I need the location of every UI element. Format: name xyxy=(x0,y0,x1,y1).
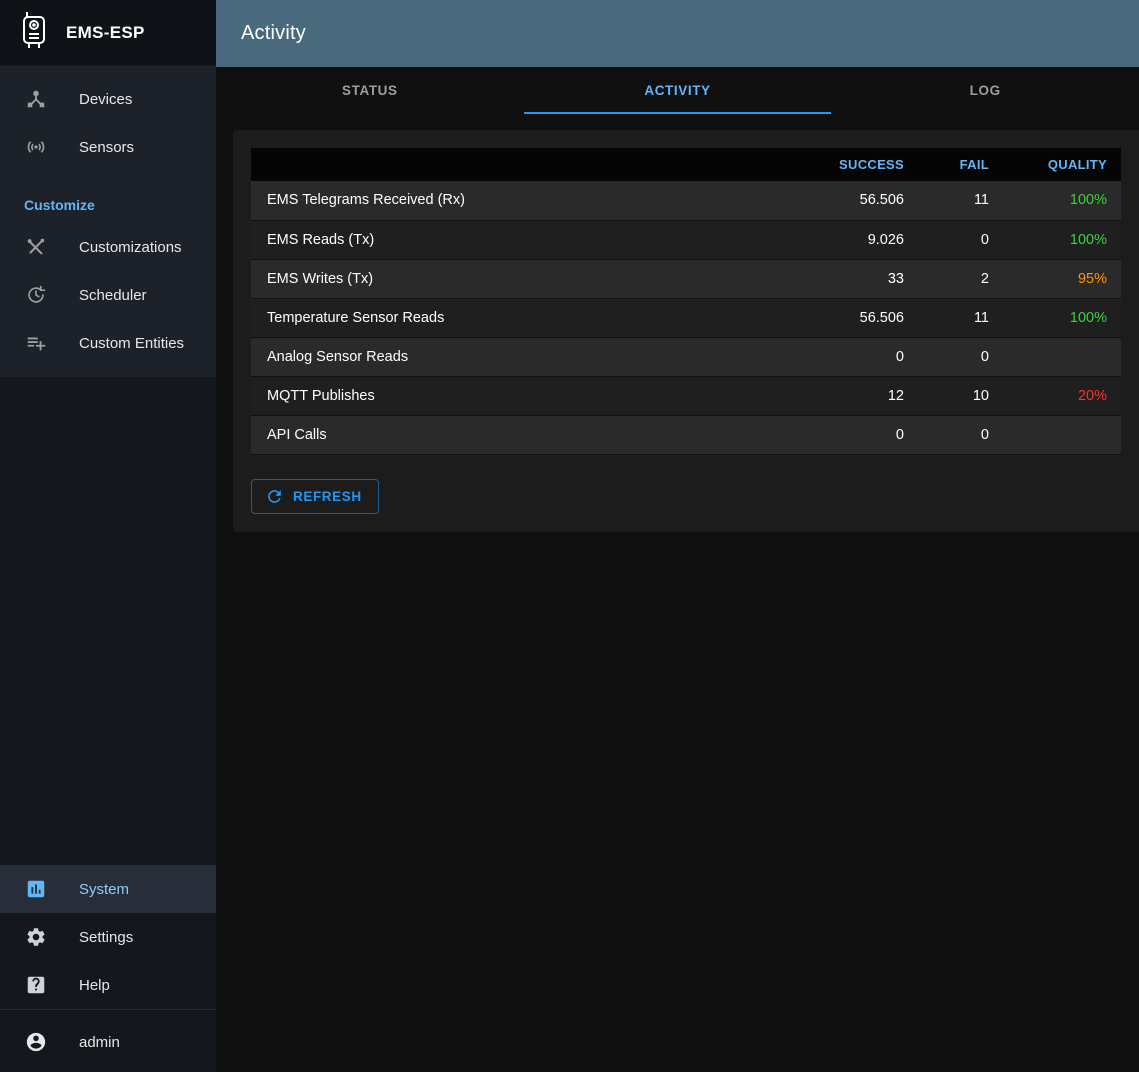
row-fail: 11 xyxy=(918,181,1003,220)
sidebar-item-label: Settings xyxy=(79,929,133,946)
table-row: Temperature Sensor Reads 56.506 11 100% xyxy=(251,298,1121,337)
row-quality: 100% xyxy=(1003,298,1121,337)
table-row: MQTT Publishes 12 10 20% xyxy=(251,376,1121,415)
row-name: MQTT Publishes xyxy=(251,376,798,415)
row-quality xyxy=(1003,415,1121,454)
sidebar-top-group: Devices Sensors Customize xyxy=(0,67,216,377)
table-row: EMS Reads (Tx) 9.026 0 100% xyxy=(251,220,1121,259)
tab-log[interactable]: LOG xyxy=(831,67,1139,114)
tools-icon xyxy=(24,235,48,259)
tab-activity[interactable]: ACTIVITY xyxy=(524,67,832,114)
sidebar-item-sensors[interactable]: Sensors xyxy=(0,123,216,171)
sidebar-item-label: Devices xyxy=(79,91,132,108)
table-row: API Calls 0 0 xyxy=(251,415,1121,454)
sidebar-item-user[interactable]: admin xyxy=(0,1018,216,1066)
activity-table-body: EMS Telegrams Received (Rx) 56.506 11 10… xyxy=(251,181,1121,454)
sidebar-item-devices[interactable]: Devices xyxy=(0,75,216,123)
row-quality: 95% xyxy=(1003,259,1121,298)
app-title: EMS-ESP xyxy=(66,23,145,43)
gear-icon xyxy=(24,925,48,949)
playlist-add-icon xyxy=(24,331,48,355)
sidebar-item-label: Scheduler xyxy=(79,287,147,304)
tab-status[interactable]: STATUS xyxy=(216,67,524,114)
row-name: EMS Writes (Tx) xyxy=(251,259,798,298)
app-root: EMS-ESP Devices Sensors Cust xyxy=(0,0,1139,1072)
sidebar-header: EMS-ESP xyxy=(0,0,216,67)
activity-table: SUCCESS FAIL QUALITY EMS Telegrams Recei… xyxy=(251,148,1121,455)
sidebar-item-label: System xyxy=(79,881,129,898)
row-name: API Calls xyxy=(251,415,798,454)
row-name: EMS Reads (Tx) xyxy=(251,220,798,259)
content: STATUS ACTIVITY LOG SUCCESS FAIL QUALITY xyxy=(216,67,1139,1072)
sidebar-spacer xyxy=(0,377,216,865)
sidebar-item-settings[interactable]: Settings xyxy=(0,913,216,961)
row-fail: 2 xyxy=(918,259,1003,298)
sidebar-bottom-group: System Settings Help xyxy=(0,865,216,1009)
row-quality: 100% xyxy=(1003,220,1121,259)
sidebar-item-label: Sensors xyxy=(79,139,134,156)
row-fail: 11 xyxy=(918,298,1003,337)
sidebar-item-label: Help xyxy=(79,977,110,994)
row-success: 56.506 xyxy=(798,181,918,220)
row-fail: 0 xyxy=(918,337,1003,376)
column-success-header: SUCCESS xyxy=(798,148,918,181)
schedule-icon xyxy=(24,283,48,307)
table-header-row: SUCCESS FAIL QUALITY xyxy=(251,148,1121,181)
page-title: Activity xyxy=(241,22,306,45)
row-fail: 10 xyxy=(918,376,1003,415)
sidebar-item-custom-entities[interactable]: Custom Entities xyxy=(0,319,216,367)
sidebar-section-customize[interactable]: Customize xyxy=(0,171,216,223)
table-row: EMS Telegrams Received (Rx) 56.506 11 10… xyxy=(251,181,1121,220)
help-icon xyxy=(24,973,48,997)
appbar: Activity xyxy=(216,0,1139,67)
sidebar-item-label: Custom Entities xyxy=(79,335,184,352)
refresh-button-label: REFRESH xyxy=(293,489,362,504)
row-name: Analog Sensor Reads xyxy=(251,337,798,376)
column-fail-header: FAIL xyxy=(918,148,1003,181)
table-row: EMS Writes (Tx) 33 2 95% xyxy=(251,259,1121,298)
refresh-icon xyxy=(265,487,284,506)
table-row: Analog Sensor Reads 0 0 xyxy=(251,337,1121,376)
sidebar-item-system[interactable]: System xyxy=(0,865,216,913)
row-quality: 100% xyxy=(1003,181,1121,220)
row-name: Temperature Sensor Reads xyxy=(251,298,798,337)
row-fail: 0 xyxy=(918,220,1003,259)
sidebar-item-label: Customizations xyxy=(79,239,182,256)
row-success: 12 xyxy=(798,376,918,415)
column-quality-header: QUALITY xyxy=(1003,148,1121,181)
sidebar-item-scheduler[interactable]: Scheduler xyxy=(0,271,216,319)
device-hub-icon xyxy=(24,87,48,111)
main-area: Activity STATUS ACTIVITY LOG SUCCESS FAI… xyxy=(216,0,1139,1072)
activity-card: SUCCESS FAIL QUALITY EMS Telegrams Recei… xyxy=(233,130,1139,532)
bar-chart-icon xyxy=(24,877,48,901)
row-success: 9.026 xyxy=(798,220,918,259)
account-icon xyxy=(24,1030,48,1054)
ems-esp-logo-icon xyxy=(16,10,52,57)
sidebar-user-section: admin xyxy=(0,1009,216,1072)
tab-bar: STATUS ACTIVITY LOG xyxy=(216,67,1139,114)
sensors-icon xyxy=(24,135,48,159)
sidebar-user-label: admin xyxy=(79,1034,120,1051)
row-success: 0 xyxy=(798,337,918,376)
row-success: 33 xyxy=(798,259,918,298)
row-fail: 0 xyxy=(918,415,1003,454)
column-name-header xyxy=(251,148,798,181)
sidebar: EMS-ESP Devices Sensors Cust xyxy=(0,0,216,1072)
sidebar-item-customizations[interactable]: Customizations xyxy=(0,223,216,271)
sidebar-item-help[interactable]: Help xyxy=(0,961,216,1009)
row-quality: 20% xyxy=(1003,376,1121,415)
row-name: EMS Telegrams Received (Rx) xyxy=(251,181,798,220)
row-quality xyxy=(1003,337,1121,376)
refresh-button[interactable]: REFRESH xyxy=(251,479,379,514)
row-success: 0 xyxy=(798,415,918,454)
row-success: 56.506 xyxy=(798,298,918,337)
